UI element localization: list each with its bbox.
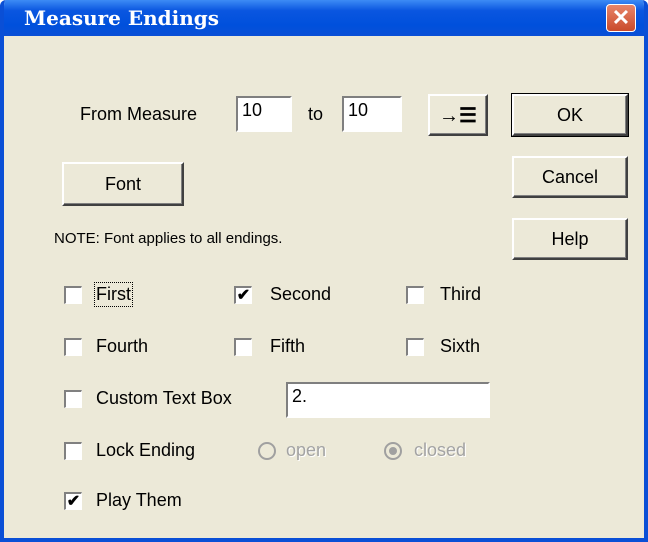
measure-endings-dialog: Measure Endings ✕ From Measure 10 to 10 … bbox=[0, 0, 648, 542]
from-measure-label: From Measure bbox=[80, 104, 198, 124]
ending-label-sixth[interactable]: Sixth bbox=[440, 336, 480, 357]
apply-range-button[interactable]: →☰ bbox=[428, 94, 488, 136]
open-radio[interactable] bbox=[258, 442, 276, 460]
play-them-label[interactable]: Play Them bbox=[96, 490, 182, 511]
to-label: to bbox=[308, 104, 324, 124]
ending-label-fifth[interactable]: Fifth bbox=[270, 336, 305, 357]
play-them-checkbox[interactable]: ✔ bbox=[64, 492, 82, 510]
ending-label-third[interactable]: Third bbox=[440, 284, 481, 305]
ending-label-fourth[interactable]: Fourth bbox=[96, 336, 148, 357]
help-button-label: Help bbox=[551, 228, 589, 249]
custom-text-checkbox[interactable] bbox=[64, 390, 82, 408]
lock-ending-label[interactable]: Lock Ending bbox=[96, 440, 195, 461]
custom-text-label[interactable]: Custom Text Box bbox=[96, 388, 232, 409]
to-measure-input[interactable]: 10 bbox=[342, 96, 402, 132]
close-icon: ✕ bbox=[611, 5, 631, 30]
cancel-button[interactable]: Cancel bbox=[512, 156, 628, 198]
ending-checkbox-first[interactable] bbox=[64, 286, 82, 304]
font-note: NOTE: Font applies to all endings. bbox=[54, 230, 283, 247]
arrow-to-list-icon: →☰ bbox=[439, 104, 477, 127]
ending-checkbox-fourth[interactable] bbox=[64, 338, 82, 356]
help-button[interactable]: Help bbox=[512, 218, 628, 260]
custom-text-input[interactable]: 2. bbox=[286, 382, 490, 418]
title-bar: Measure Endings ✕ bbox=[4, 0, 644, 36]
font-button[interactable]: Font bbox=[62, 162, 184, 206]
ending-label-second[interactable]: Second bbox=[270, 284, 331, 305]
close-button[interactable]: ✕ bbox=[606, 4, 636, 32]
ending-checkbox-second[interactable]: ✔ bbox=[234, 286, 252, 304]
ending-checkbox-sixth[interactable] bbox=[406, 338, 424, 356]
ending-label-first[interactable]: First bbox=[94, 282, 133, 307]
ok-button[interactable]: OK bbox=[511, 93, 629, 137]
check-mark-icon: ✔ bbox=[236, 286, 251, 304]
cancel-button-label: Cancel bbox=[541, 166, 599, 187]
lock-ending-checkbox[interactable] bbox=[64, 442, 82, 460]
window-title: Measure Endings bbox=[24, 6, 219, 30]
ending-checkbox-fifth[interactable] bbox=[234, 338, 252, 356]
from-measure-input[interactable]: 10 bbox=[236, 96, 292, 132]
font-button-label: Font bbox=[104, 173, 142, 194]
closed-radio[interactable] bbox=[384, 442, 402, 460]
ending-checkbox-third[interactable] bbox=[406, 286, 424, 304]
open-radio-label: open bbox=[286, 440, 327, 460]
check-mark-icon: ✔ bbox=[66, 492, 81, 510]
ok-button-label: OK bbox=[556, 104, 583, 125]
closed-radio-label: closed bbox=[414, 440, 467, 460]
